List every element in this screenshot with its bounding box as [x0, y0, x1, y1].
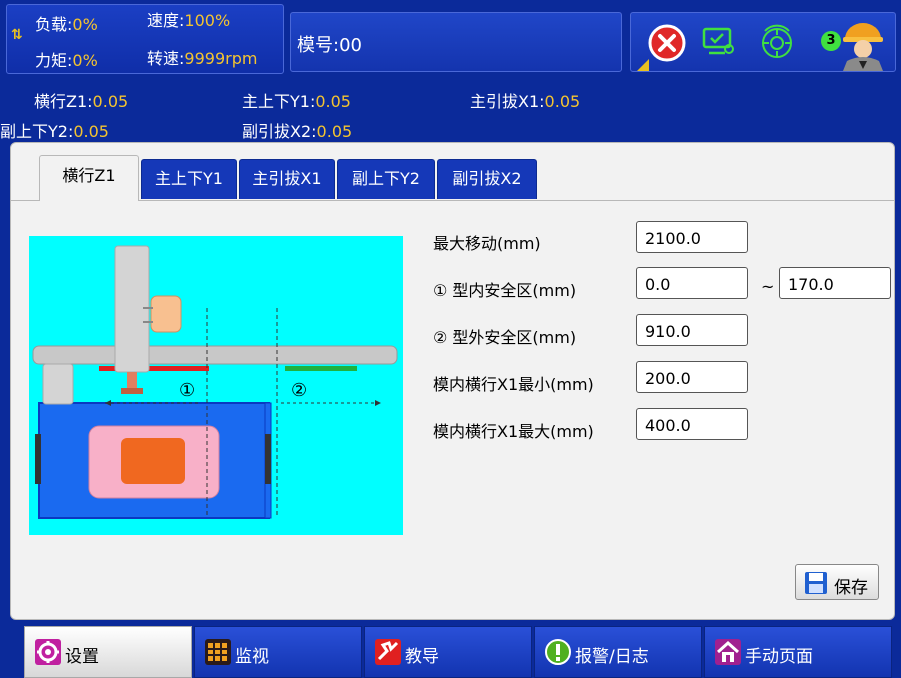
- axis-x1: 主引拔X1:0.05: [470, 92, 581, 111]
- gear-icon: [35, 639, 61, 665]
- mold-x1-max-input[interactable]: 400.0: [636, 408, 748, 440]
- settings-panel: 横行Z1 主上下Y1 主引拔X1 副上下Y2 副引拔X2 ① ② 最大移动(mm…: [10, 142, 895, 620]
- status-box: ⇅ 负载:0% 速度:100% 力矩:0% 转速:9999rpm: [6, 4, 284, 74]
- outside-safe-zone-bar: [285, 366, 357, 371]
- inside-safe-zone-max-input[interactable]: 170.0: [779, 267, 891, 299]
- axis-z1: 横行Z1:0.05: [34, 92, 129, 111]
- rpm-status: 转速:9999rpm: [147, 49, 258, 68]
- robot-arm-icon[interactable]: [757, 23, 797, 61]
- axis-y1: 主上下Y1:0.05: [242, 92, 351, 111]
- mold-right-clamp: [265, 434, 271, 484]
- tab-y1[interactable]: 主上下Y1: [141, 159, 237, 199]
- inside-safe-zone-label: ① 型内安全区(mm): [433, 281, 577, 300]
- tab-divider: [11, 200, 894, 201]
- tab-y2[interactable]: 副上下Y2: [337, 159, 435, 199]
- mold-left-clamp: [35, 434, 41, 484]
- mold-x1-max-label: 模内横行X1最大(mm): [433, 422, 594, 441]
- outside-safe-zone-label: ② 型外安全区(mm): [433, 328, 577, 347]
- torque-status: 力矩:0%: [35, 51, 98, 70]
- user-avatar-icon[interactable]: [837, 17, 889, 71]
- close-alarm-icon[interactable]: [647, 23, 687, 63]
- network-monitor-icon[interactable]: [701, 25, 737, 59]
- nav-monitor[interactable]: 监视: [194, 626, 362, 678]
- sort-arrows-icon: ⇅: [11, 27, 23, 43]
- nav-alarm-log[interactable]: 报警/日志: [534, 626, 702, 678]
- home-icon: [715, 639, 741, 665]
- zone1-label: ①: [179, 380, 195, 401]
- load-status: 负载:0%: [35, 15, 98, 34]
- machine-diagram-drawing: ① ②: [32, 245, 398, 519]
- bottom-nav: 设置 监视 教导 报警/日志 手动页面: [24, 626, 892, 678]
- alarm-icon: [545, 639, 571, 665]
- tab-z1[interactable]: 横行Z1: [39, 155, 139, 201]
- speed-status: 速度:100%: [147, 11, 231, 30]
- nav-teach[interactable]: 教导: [364, 626, 532, 678]
- monitor-icon: [205, 639, 231, 665]
- teach-icon: [375, 639, 401, 665]
- model-number[interactable]: 模号:00: [290, 12, 622, 72]
- inside-safe-zone-min-input[interactable]: 0.0: [636, 267, 748, 299]
- save-button[interactable]: 保存: [795, 564, 879, 600]
- axis-x2: 副引拔X2:0.05: [242, 122, 353, 141]
- max-move-input[interactable]: 2100.0: [636, 221, 748, 253]
- axis-positions: 横行Z1:0.05 主上下Y1:0.05 主引拔X1:0.05 副上下Y2:0.…: [0, 84, 901, 142]
- robot-base: [42, 363, 74, 405]
- floppy-disk-icon: [805, 572, 827, 594]
- axis-y2: 副上下Y2:0.05: [0, 122, 109, 141]
- mold-part: [121, 438, 185, 484]
- tab-x1[interactable]: 主引拔X1: [239, 159, 335, 199]
- tab-x2[interactable]: 副引拔X2: [437, 159, 537, 199]
- nav-settings[interactable]: 设置: [24, 626, 192, 678]
- zone2-label: ②: [291, 380, 307, 401]
- robot-gripper: [150, 295, 182, 333]
- range-separator: ~: [761, 277, 775, 296]
- mold-x1-min-input[interactable]: 200.0: [636, 361, 748, 393]
- machine-diagram: ① ②: [29, 236, 403, 535]
- status-icons-box: 3: [630, 12, 896, 72]
- max-move-label: 最大移动(mm): [433, 234, 541, 253]
- outside-safe-zone-input[interactable]: 910.0: [636, 314, 748, 346]
- top-bar: ⇅ 负载:0% 速度:100% 力矩:0% 转速:9999rpm 模号:00 3: [0, 0, 901, 80]
- mold-x1-min-label: 模内横行X1最小(mm): [433, 375, 594, 394]
- robot-beam: [32, 345, 398, 365]
- nav-manual-page[interactable]: 手动页面: [704, 626, 892, 678]
